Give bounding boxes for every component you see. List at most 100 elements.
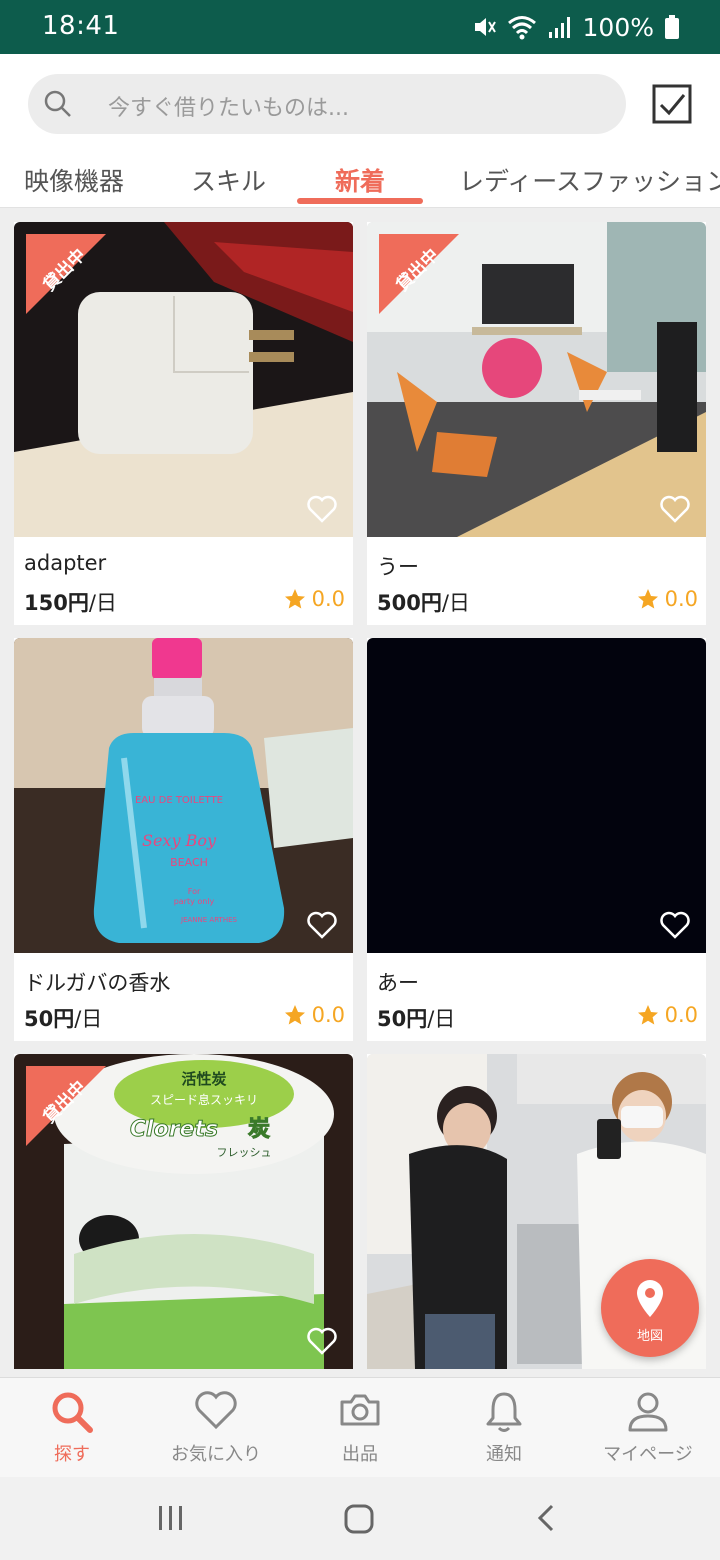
heart-icon bbox=[195, 1391, 237, 1430]
item-price: 50円/日 bbox=[377, 1003, 455, 1033]
recent-apps-icon[interactable] bbox=[156, 1503, 186, 1533]
status-bar: 18:41 100% bbox=[0, 0, 720, 54]
nav-label: 通知 bbox=[486, 1444, 522, 1465]
price-value: 50 bbox=[377, 1007, 407, 1031]
gum-label-line: フレッシュ bbox=[217, 1146, 272, 1159]
tab-skill[interactable]: スキル bbox=[191, 162, 266, 198]
price-yen: 円 bbox=[406, 1007, 428, 1031]
item-info: ドルガバの香水 50円/日 0.0 bbox=[14, 953, 353, 1041]
item-image: 活性炭 スピード息スッキリ Clorets 炭 フレッシュ 貸出中 bbox=[14, 1054, 353, 1369]
item-price: 500円/日 bbox=[377, 587, 470, 617]
item-card[interactable]: 貸出中 うー 500円/日 0.0 bbox=[367, 222, 706, 625]
item-card[interactable]: あー 50円/日 0.0 bbox=[367, 638, 706, 1041]
item-info: あー 50円/日 0.0 bbox=[367, 953, 706, 1041]
heart-icon[interactable] bbox=[660, 911, 690, 939]
perfume-label-line: JEANNE ARTHES bbox=[180, 916, 238, 924]
mute-icon bbox=[474, 18, 496, 36]
rented-badge: 貸出中 bbox=[379, 234, 463, 318]
star-icon bbox=[284, 589, 305, 609]
dark-photo bbox=[367, 638, 706, 953]
heart-icon[interactable] bbox=[307, 911, 337, 939]
price-yen: 円 bbox=[420, 591, 442, 615]
tab-new[interactable]: 新着 bbox=[335, 162, 385, 198]
rating-value: 0.0 bbox=[664, 1003, 698, 1027]
home-icon[interactable] bbox=[343, 1503, 375, 1535]
item-image: 貸出中 bbox=[367, 222, 706, 537]
person-icon bbox=[628, 1392, 668, 1432]
item-name: ドルガバの香水 bbox=[24, 971, 171, 995]
nav-mypage[interactable]: マイページ bbox=[576, 1378, 720, 1478]
search-bar[interactable]: 今すぐ借りたいものは... bbox=[28, 74, 626, 134]
header: 今すぐ借りたいものは... 映像機器 スキル 新着 レディースファッション bbox=[0, 54, 720, 208]
nav-favorites[interactable]: お気に入り bbox=[144, 1378, 288, 1478]
nav-label: 探す bbox=[54, 1444, 90, 1465]
price-yen: 円 bbox=[67, 591, 89, 615]
perfume-label-line: Sexy Boy bbox=[142, 831, 217, 850]
gum-label-line: 炭 bbox=[248, 1116, 270, 1142]
checkbox-icon[interactable] bbox=[652, 84, 692, 124]
item-rating: 0.0 bbox=[637, 1003, 698, 1027]
map-button[interactable]: 地図 bbox=[601, 1259, 699, 1357]
star-icon bbox=[284, 1005, 305, 1025]
item-price: 50円/日 bbox=[24, 1003, 102, 1033]
price-yen: 円 bbox=[53, 1007, 75, 1031]
item-card[interactable]: 貸出中 adapter 150円/日 0.0 bbox=[14, 222, 353, 625]
item-price: 150円/日 bbox=[24, 587, 117, 617]
star-icon bbox=[637, 1005, 658, 1025]
price-value: 50 bbox=[24, 1007, 54, 1031]
back-icon[interactable] bbox=[534, 1503, 558, 1533]
heart-icon[interactable] bbox=[660, 495, 690, 523]
price-unit: /日 bbox=[441, 591, 470, 615]
item-image: 貸出中 bbox=[14, 222, 353, 537]
perfume-label-line: EAU DE TOILETTE bbox=[135, 795, 223, 806]
nav-label: マイページ bbox=[603, 1444, 693, 1465]
nav-label: お気に入り bbox=[171, 1444, 261, 1465]
perfume-label-line: BEACH bbox=[170, 856, 208, 869]
battery-level: 100% bbox=[582, 12, 654, 42]
price-unit: /日 bbox=[74, 1007, 103, 1031]
tab-ladies-fashion[interactable]: レディースファッション bbox=[459, 162, 720, 198]
item-info: うー 500円/日 0.0 bbox=[367, 537, 706, 625]
item-name: あー bbox=[377, 971, 419, 995]
star-icon bbox=[637, 589, 658, 609]
search-icon bbox=[52, 1392, 93, 1433]
gum-label-line: 活性炭 bbox=[181, 1070, 226, 1088]
price-value: 150 bbox=[24, 591, 68, 615]
nav-search[interactable]: 探す bbox=[0, 1378, 144, 1478]
item-image: EAU DE TOILETTE Sexy Boy BEACH For party… bbox=[14, 638, 353, 953]
signal-icon bbox=[548, 17, 570, 38]
bell-icon bbox=[486, 1392, 522, 1432]
clock: 18:41 bbox=[42, 11, 120, 41]
perfume-photo: EAU DE TOILETTE Sexy Boy BEACH For party… bbox=[14, 638, 353, 953]
system-navigation-bar bbox=[0, 1477, 720, 1560]
item-image bbox=[367, 638, 706, 953]
tab-video-equipment[interactable]: 映像機器 bbox=[24, 162, 124, 198]
rented-badge: 貸出中 bbox=[26, 234, 110, 318]
rented-badge: 貸出中 bbox=[26, 1066, 110, 1150]
item-name: うー bbox=[377, 555, 419, 579]
search-placeholder: 今すぐ借りたいものは... bbox=[108, 96, 349, 121]
map-pin-icon bbox=[637, 1280, 663, 1317]
item-name: adapter bbox=[24, 551, 107, 575]
item-rating: 0.0 bbox=[637, 587, 698, 611]
battery-icon bbox=[665, 15, 679, 39]
heart-icon[interactable] bbox=[307, 495, 337, 523]
item-card[interactable]: EAU DE TOILETTE Sexy Boy BEACH For party… bbox=[14, 638, 353, 1041]
price-unit: /日 bbox=[427, 1007, 456, 1031]
price-unit: /日 bbox=[88, 591, 117, 615]
heart-icon[interactable] bbox=[307, 1327, 337, 1355]
rating-value: 0.0 bbox=[311, 587, 345, 611]
active-tab-indicator bbox=[297, 198, 423, 204]
perfume-label-line: party only bbox=[174, 897, 215, 906]
item-card[interactable]: 活性炭 スピード息スッキリ Clorets 炭 フレッシュ 貸出中 bbox=[14, 1054, 353, 1369]
divider bbox=[0, 207, 720, 208]
rating-value: 0.0 bbox=[664, 587, 698, 611]
nav-notifications[interactable]: 通知 bbox=[432, 1378, 576, 1478]
nav-listing[interactable]: 出品 bbox=[288, 1378, 432, 1478]
nav-label: 出品 bbox=[342, 1444, 378, 1465]
gum-label-line: Clorets bbox=[130, 1117, 218, 1142]
item-rating: 0.0 bbox=[284, 587, 345, 611]
bottom-navigation: 探す お気に入り 出品 通知 マイページ bbox=[0, 1377, 720, 1477]
rating-value: 0.0 bbox=[311, 1003, 345, 1027]
search-icon bbox=[44, 90, 71, 117]
